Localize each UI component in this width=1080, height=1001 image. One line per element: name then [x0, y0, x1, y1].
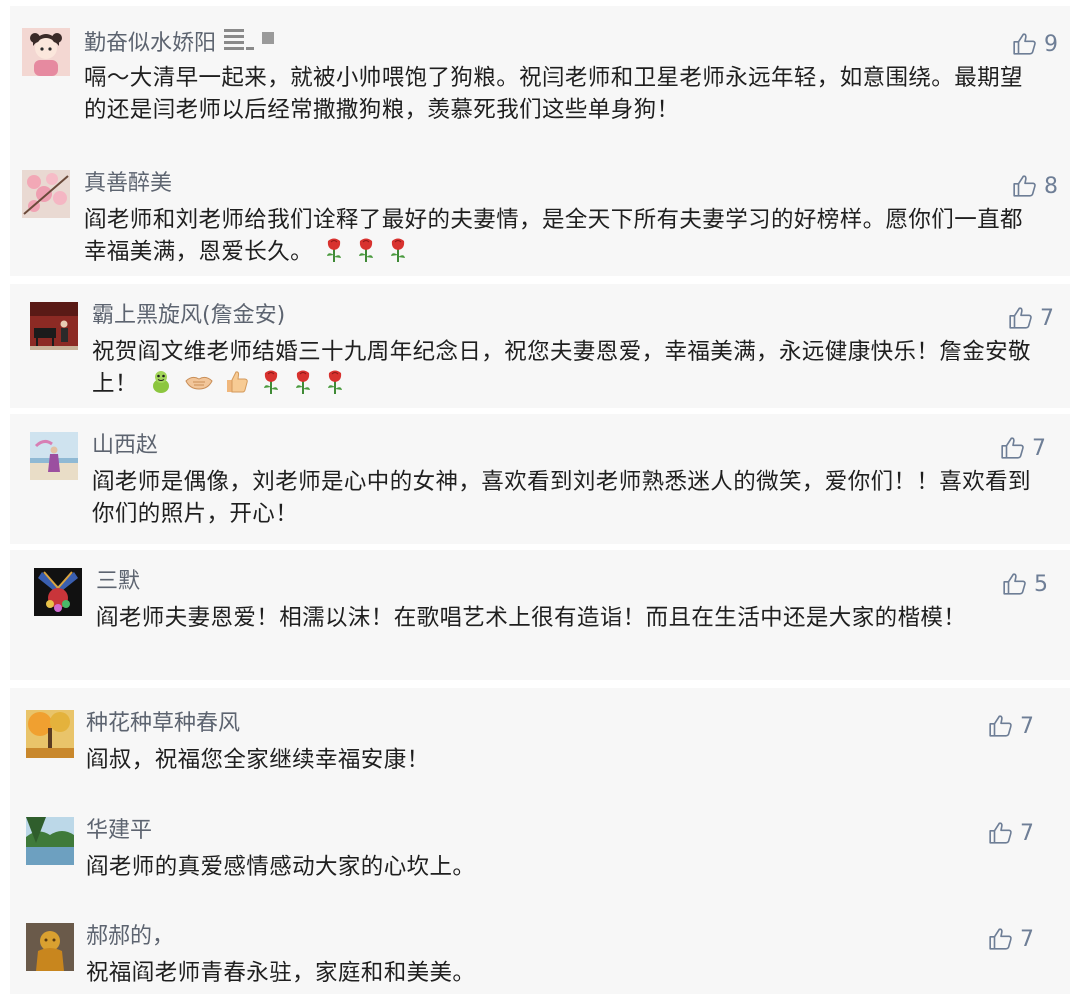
- like-button[interactable]: 8: [1012, 170, 1058, 202]
- comment-text: 阎老师是偶像，刘老师是心中的女神，喜欢看到刘老师熟悉迷人的微笑，爱你们！！喜欢看…: [92, 469, 1031, 527]
- comment-text: 阎叔，祝福您全家继续幸福安康！: [86, 747, 430, 773]
- peach-blossom-avatar[interactable]: [22, 170, 70, 218]
- rose-icon: [324, 369, 346, 395]
- rose-icon: [292, 369, 314, 395]
- thumb-up-icon: [989, 715, 1012, 737]
- decoration-icon: [224, 26, 276, 62]
- thumb-up-icon: [989, 822, 1012, 844]
- like-count: 7: [1020, 926, 1034, 952]
- like-count: 8: [1044, 173, 1058, 199]
- thumbs-up-emoji-icon: [224, 369, 250, 395]
- like-count: 7: [1020, 713, 1034, 739]
- rose-icon: [355, 237, 377, 263]
- comment-text: 嗝～大清早一起来，就被小帅喂饱了狗粮。祝闫老师和卫星老师永远年轻，如意围绕。最期…: [84, 65, 1023, 123]
- rose-icon: [260, 369, 282, 395]
- thumb-up-icon: [1001, 437, 1024, 459]
- thumb-up-icon: [1003, 573, 1026, 595]
- thumb-up-icon: [1009, 307, 1032, 329]
- like-button[interactable]: 7: [1000, 432, 1046, 464]
- like-button[interactable]: 7: [1008, 302, 1054, 334]
- comment-text: 祝贺阎文维老师结婚三十九周年纪念日，祝您夫妻恩爱，幸福美满，永远健康快乐！詹金安…: [92, 339, 1031, 397]
- like-button[interactable]: 7: [988, 817, 1034, 849]
- comment-text: 阎老师的真爱感情感动大家的心坎上。: [86, 854, 476, 880]
- golden-statue-avatar[interactable]: [26, 923, 74, 971]
- stage-piano-avatar[interactable]: [30, 302, 78, 350]
- comment-text: 阎老师夫妻恩爱！相濡以沫！在歌唱艺术上很有造诣！而且在生活中还是大家的楷模！: [96, 605, 967, 631]
- nickname[interactable]: 霸上黑旋风(詹金安): [92, 300, 285, 332]
- comment-panel: 勤奋似水娇阳 9 嗝～大清早一起来，就被小帅喂饱了狗粮。祝闫老师和卫星老师永远年…: [10, 6, 1070, 276]
- like-button[interactable]: 9: [1012, 28, 1058, 60]
- autumn-tree-avatar[interactable]: [26, 710, 74, 758]
- bug-icon: [148, 369, 174, 395]
- thumb-up-icon: [989, 928, 1012, 950]
- nickname[interactable]: 山西赵: [92, 430, 158, 462]
- rose-icon: [387, 237, 409, 263]
- like-count: 7: [1040, 305, 1054, 331]
- beach-woman-avatar[interactable]: [30, 432, 78, 480]
- comment-panel: 三默 5 阎老师夫妻恩爱！相濡以沫！在歌唱艺术上很有造诣！而且在生活中还是大家的…: [10, 550, 1070, 680]
- ornament-avatar[interactable]: [34, 568, 82, 616]
- like-count: 9: [1044, 31, 1058, 57]
- like-button[interactable]: 7: [988, 710, 1034, 742]
- comment-text: 阎老师和刘老师给我们诠释了最好的夫妻情，是全天下所有夫妻学习的好榜样。愿你们一直…: [84, 207, 1023, 265]
- like-button[interactable]: 5: [1002, 568, 1048, 600]
- rose-icon: [323, 237, 345, 263]
- comment-text: 祝福阎老师青春永驻，家庭和和美美。: [86, 960, 476, 986]
- like-count: 7: [1020, 820, 1034, 846]
- cartoon-girl-avatar[interactable]: [22, 28, 70, 76]
- thumb-up-icon: [1013, 33, 1036, 55]
- nickname[interactable]: 华建平: [86, 815, 152, 847]
- comment-panel: 霸上黑旋风(詹金安) 7 祝贺阎文维老师结婚三十九周年纪念日，祝您夫妻恩爱，幸福…: [10, 284, 1070, 408]
- nickname[interactable]: 真善醉美: [84, 168, 172, 200]
- nickname[interactable]: 三默: [96, 566, 140, 598]
- like-count: 5: [1034, 571, 1048, 597]
- comment-panel: 种花种草种春风 7 阎叔，祝福您全家继续幸福安康！ 华建平 7 阎老师的真爱感情…: [10, 688, 1070, 994]
- comment-panel: 山西赵 7 阎老师是偶像，刘老师是心中的女神，喜欢看到刘老师熟悉迷人的微笑，爱你…: [10, 414, 1070, 544]
- lake-landscape-avatar[interactable]: [26, 817, 74, 865]
- nickname[interactable]: 种花种草种春风: [86, 708, 240, 740]
- thumb-up-icon: [1013, 175, 1036, 197]
- nickname[interactable]: 勤奋似水娇阳: [84, 26, 276, 62]
- nickname[interactable]: 郝郝的，: [86, 921, 174, 953]
- handshake-icon: [184, 369, 214, 395]
- like-count: 7: [1032, 435, 1046, 461]
- like-button[interactable]: 7: [988, 923, 1034, 955]
